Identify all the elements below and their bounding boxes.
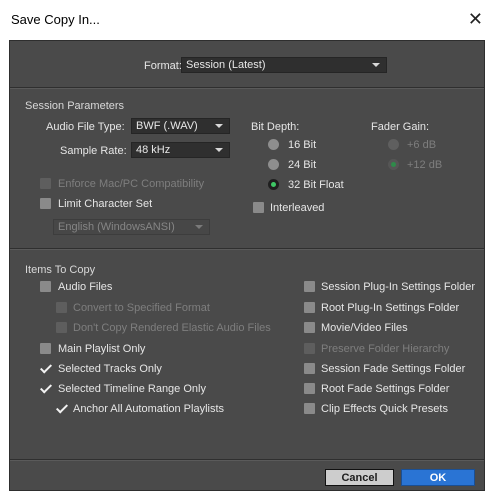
interleaved-checkbox[interactable] [253,202,264,213]
separator [10,87,484,89]
limit-charset-label: Limit Character Set [58,198,153,210]
chevron-down-icon [372,63,380,67]
preserve-hierarchy-checkbox[interactable] [304,343,315,354]
audio-files-label: Audio Files [58,281,113,293]
session-plugin-checkbox[interactable] [304,281,315,292]
movie-video-label: Movie/Video Files [321,322,408,334]
save-copy-dialog: Save Copy In... ✕ Format: Session (Lates… [0,0,494,499]
root-plugin-label: Root Plug-In Settings Folder [321,302,460,314]
format-value: Session (Latest) [186,59,266,71]
chevron-down-icon [215,148,223,152]
clip-effects-checkbox[interactable] [304,403,315,414]
enforce-compat-checkbox[interactable] [40,178,51,189]
selected-timeline-checkbox[interactable] [40,383,51,394]
sample-rate-label: Sample Rate: [60,145,127,157]
root-fade-checkbox[interactable] [304,383,315,394]
session-fade-checkbox[interactable] [304,363,315,374]
convert-format-checkbox[interactable] [56,302,67,313]
bit-24-label: 24 Bit [288,159,317,171]
bit-16-radio[interactable] [268,139,279,150]
format-label: Format: [144,60,182,72]
ok-button[interactable]: OK [401,469,475,486]
anchor-automation-label: Anchor All Automation Playlists [73,403,225,415]
audio-files-checkbox[interactable] [40,281,51,292]
separator [10,248,484,250]
fader-gain-label: Fader Gain: [371,121,430,133]
bit-32-float-radio[interactable] [268,179,279,190]
convert-format-label: Convert to Specified Format [73,302,210,314]
limit-charset-checkbox[interactable] [40,198,51,209]
session-plugin-label: Session Plug-In Settings Folder [321,281,476,293]
main-playlist-label: Main Playlist Only [58,343,146,355]
bit-24-radio[interactable] [268,159,279,170]
bit-depth-label: Bit Depth: [251,121,300,133]
charset-value: English (WindowsANSI) [58,221,175,233]
separator [10,459,484,461]
format-dropdown[interactable]: Session (Latest) [181,57,387,73]
cancel-button[interactable]: Cancel [325,469,394,486]
chevron-down-icon [215,124,223,128]
root-fade-label: Root Fade Settings Folder [321,383,450,395]
bit-16-label: 16 Bit [288,139,317,151]
selected-tracks-label: Selected Tracks Only [58,363,162,375]
session-parameters-header: Session Parameters [25,100,125,112]
gain-12-radio[interactable] [388,159,399,170]
selected-timeline-label: Selected Timeline Range Only [58,383,206,395]
movie-video-checkbox[interactable] [304,322,315,333]
preserve-hierarchy-label: Preserve Folder Hierarchy [321,343,450,355]
window-title: Save Copy In... [11,12,100,27]
audio-file-type-value: BWF (.WAV) [136,120,198,132]
audio-file-type-dropdown[interactable]: BWF (.WAV) [131,118,230,134]
charset-dropdown[interactable]: English (WindowsANSI) [53,219,210,235]
enforce-compat-label: Enforce Mac/PC Compatibility [58,178,205,190]
interleaved-label: Interleaved [270,202,325,214]
gain-6-radio[interactable] [388,139,399,150]
audio-file-type-label: Audio File Type: [46,121,125,133]
main-playlist-checkbox[interactable] [40,343,51,354]
session-fade-label: Session Fade Settings Folder [321,363,466,375]
clip-effects-label: Clip Effects Quick Presets [321,403,448,415]
anchor-automation-checkbox[interactable] [56,403,67,414]
gain-12-label: +12 dB [407,159,443,171]
sample-rate-value: 48 kHz [136,144,171,156]
dont-copy-elastic-label: Don't Copy Rendered Elastic Audio Files [73,322,271,334]
title-bar: Save Copy In... ✕ [0,0,494,40]
dont-copy-elastic-checkbox[interactable] [56,322,67,333]
dialog-panel: Format: Session (Latest) Session Paramet… [9,40,485,491]
items-to-copy-header: Items To Copy [25,264,96,276]
close-icon[interactable]: ✕ [468,9,483,29]
bit-32-float-label: 32 Bit Float [288,179,344,191]
root-plugin-checkbox[interactable] [304,302,315,313]
gain-6-label: +6 dB [407,139,437,151]
sample-rate-dropdown[interactable]: 48 kHz [131,142,230,158]
selected-tracks-checkbox[interactable] [40,363,51,374]
chevron-down-icon [195,225,203,229]
